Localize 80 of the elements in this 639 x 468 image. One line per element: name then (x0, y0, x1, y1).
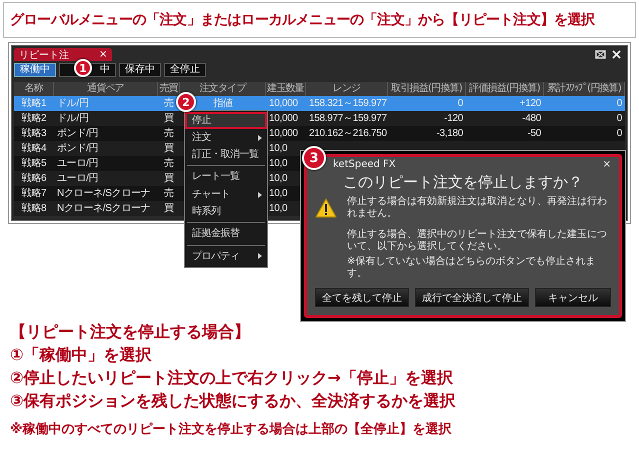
close-icon[interactable] (612, 50, 621, 59)
window-tab[interactable]: リピート注 × (14, 48, 112, 61)
table-cell: 売 (158, 156, 180, 171)
table-cell: 210.162～216.750 (306, 126, 388, 141)
table-cell: -120 (388, 111, 466, 126)
menu-item[interactable]: 注文 (185, 129, 267, 146)
table-cell: 158.977～159.977 (306, 111, 388, 126)
table-cell: 買 (158, 111, 180, 126)
table-cell: 10,0 (266, 141, 306, 156)
table-cell: 戦略7 (14, 186, 54, 201)
table-cell: 売 (158, 126, 180, 141)
column-header[interactable]: 名称 (14, 82, 54, 96)
submenu-arrow-icon (258, 253, 262, 259)
table-cell: -50 (466, 126, 544, 141)
filter-button[interactable]: 全停止 (164, 63, 206, 77)
column-header[interactable]: レンジ (306, 82, 388, 96)
table-cell: 10,000 (266, 111, 306, 126)
table-cell: ポンド/円 (54, 141, 158, 156)
table-cell: 買 (158, 141, 180, 156)
tab-close[interactable]: × (99, 49, 108, 60)
instruction-step: ②停止したいリピート注文の上で右クリック→「停止」を選択 (10, 368, 456, 389)
table-cell: ドル/円 (54, 111, 158, 126)
maximize-icon[interactable] (595, 50, 606, 59)
table-cell: +120 (466, 96, 544, 111)
column-header[interactable]: 建玉数量 (266, 82, 306, 96)
instruction-step: ③保有ポジションを残した状態にするか、全決済するかを選択 (10, 391, 456, 412)
table-cell: ポンド/円 (54, 126, 158, 141)
table-cell: 売 (158, 186, 180, 201)
table-cell: 買 (158, 201, 180, 216)
table-cell: ドル/円 (54, 96, 158, 111)
table-cell: 0 (544, 96, 625, 111)
dialog-title: ketSpeed FX (333, 159, 396, 170)
menu-item[interactable]: 時系列 (185, 203, 267, 220)
column-header[interactable]: 通貨ペア (54, 82, 158, 96)
column-header[interactable]: 累計ｽﾜｯﾌﾟ(円換算) (544, 82, 625, 96)
menu-item[interactable]: チャート (185, 186, 267, 203)
page-title: グローバルメニューの「注文」またはローカルメニューの「注文」から【リピート注文】を選択 (3, 2, 636, 38)
dialog-text: 停止する場合、選択中のリピート注文で保有した建玉について、以下から選択してください。 (347, 229, 608, 253)
table-cell: Nクローネ/Sクローナ (54, 186, 158, 201)
table-cell: -480 (466, 111, 544, 126)
table-cell: 戦略8 (14, 201, 54, 216)
column-header[interactable]: 取引損益(円換算) (388, 82, 466, 96)
menu-item[interactable]: 訂正・取消一覧 (185, 146, 267, 163)
table-cell: 戦略2 (14, 111, 54, 126)
dialog-button[interactable]: 全てを残して停止 (315, 288, 409, 307)
table-cell: 戦略6 (14, 171, 54, 186)
dialog-question: このリピート注文を停止しますか？ (342, 173, 584, 192)
column-header[interactable]: 評価損益(円換算) (466, 82, 544, 96)
submenu-arrow-icon (258, 192, 262, 198)
table-cell: 0 (544, 126, 625, 141)
column-header[interactable]: 売買 (158, 82, 180, 96)
dialog-text: 停止する場合は有効新規注文は取消となり、再発注は行われません。 (347, 196, 608, 220)
instruction-step: ①「稼働中」を選択 (10, 345, 456, 366)
instruction-note: ※稼働中のすべてのリピート注文を停止する場合は上部の【全停止】を選択 (10, 420, 453, 438)
table-cell: Nクローネ/Sクローナ (54, 201, 158, 216)
table-cell: 10,000 (266, 96, 306, 111)
table-cell: 戦略1 (14, 96, 54, 111)
table-cell: 10,000 (266, 126, 306, 141)
dialog-button[interactable]: キャンセル (535, 288, 611, 307)
table-cell: ユーロ/円 (54, 156, 158, 171)
table-cell: 戦略4 (14, 141, 54, 156)
filter-button[interactable]: 保存中 (119, 63, 161, 77)
table-cell: 売 (158, 96, 180, 111)
table-cell: 158.321～159.977 (306, 96, 388, 111)
table-cell: 0 (388, 96, 466, 111)
menu-item[interactable]: 停止 (185, 112, 267, 129)
submenu-arrow-icon (258, 134, 262, 140)
dialog-close[interactable]: × (602, 159, 611, 170)
column-header[interactable]: 注文タイプ (180, 82, 266, 96)
filter-button[interactable]: 稼働中 (14, 63, 56, 77)
table-cell: ユーロ/円 (54, 171, 158, 186)
table-cell: -3,180 (388, 126, 466, 141)
warning-icon (315, 198, 337, 218)
table-cell: 戦略5 (14, 156, 54, 171)
dialog-button[interactable]: 成行で全決済して停止 (415, 288, 529, 307)
instruction-heading: 【リピート注文を停止する場合】 (10, 322, 251, 343)
table-cell: 0 (544, 111, 625, 126)
dialog-text: ※保有していない場合はどちらのボタンでも停止されます。 (347, 256, 596, 280)
table-cell: 戦略3 (14, 126, 54, 141)
table-cell: 買 (158, 171, 180, 186)
